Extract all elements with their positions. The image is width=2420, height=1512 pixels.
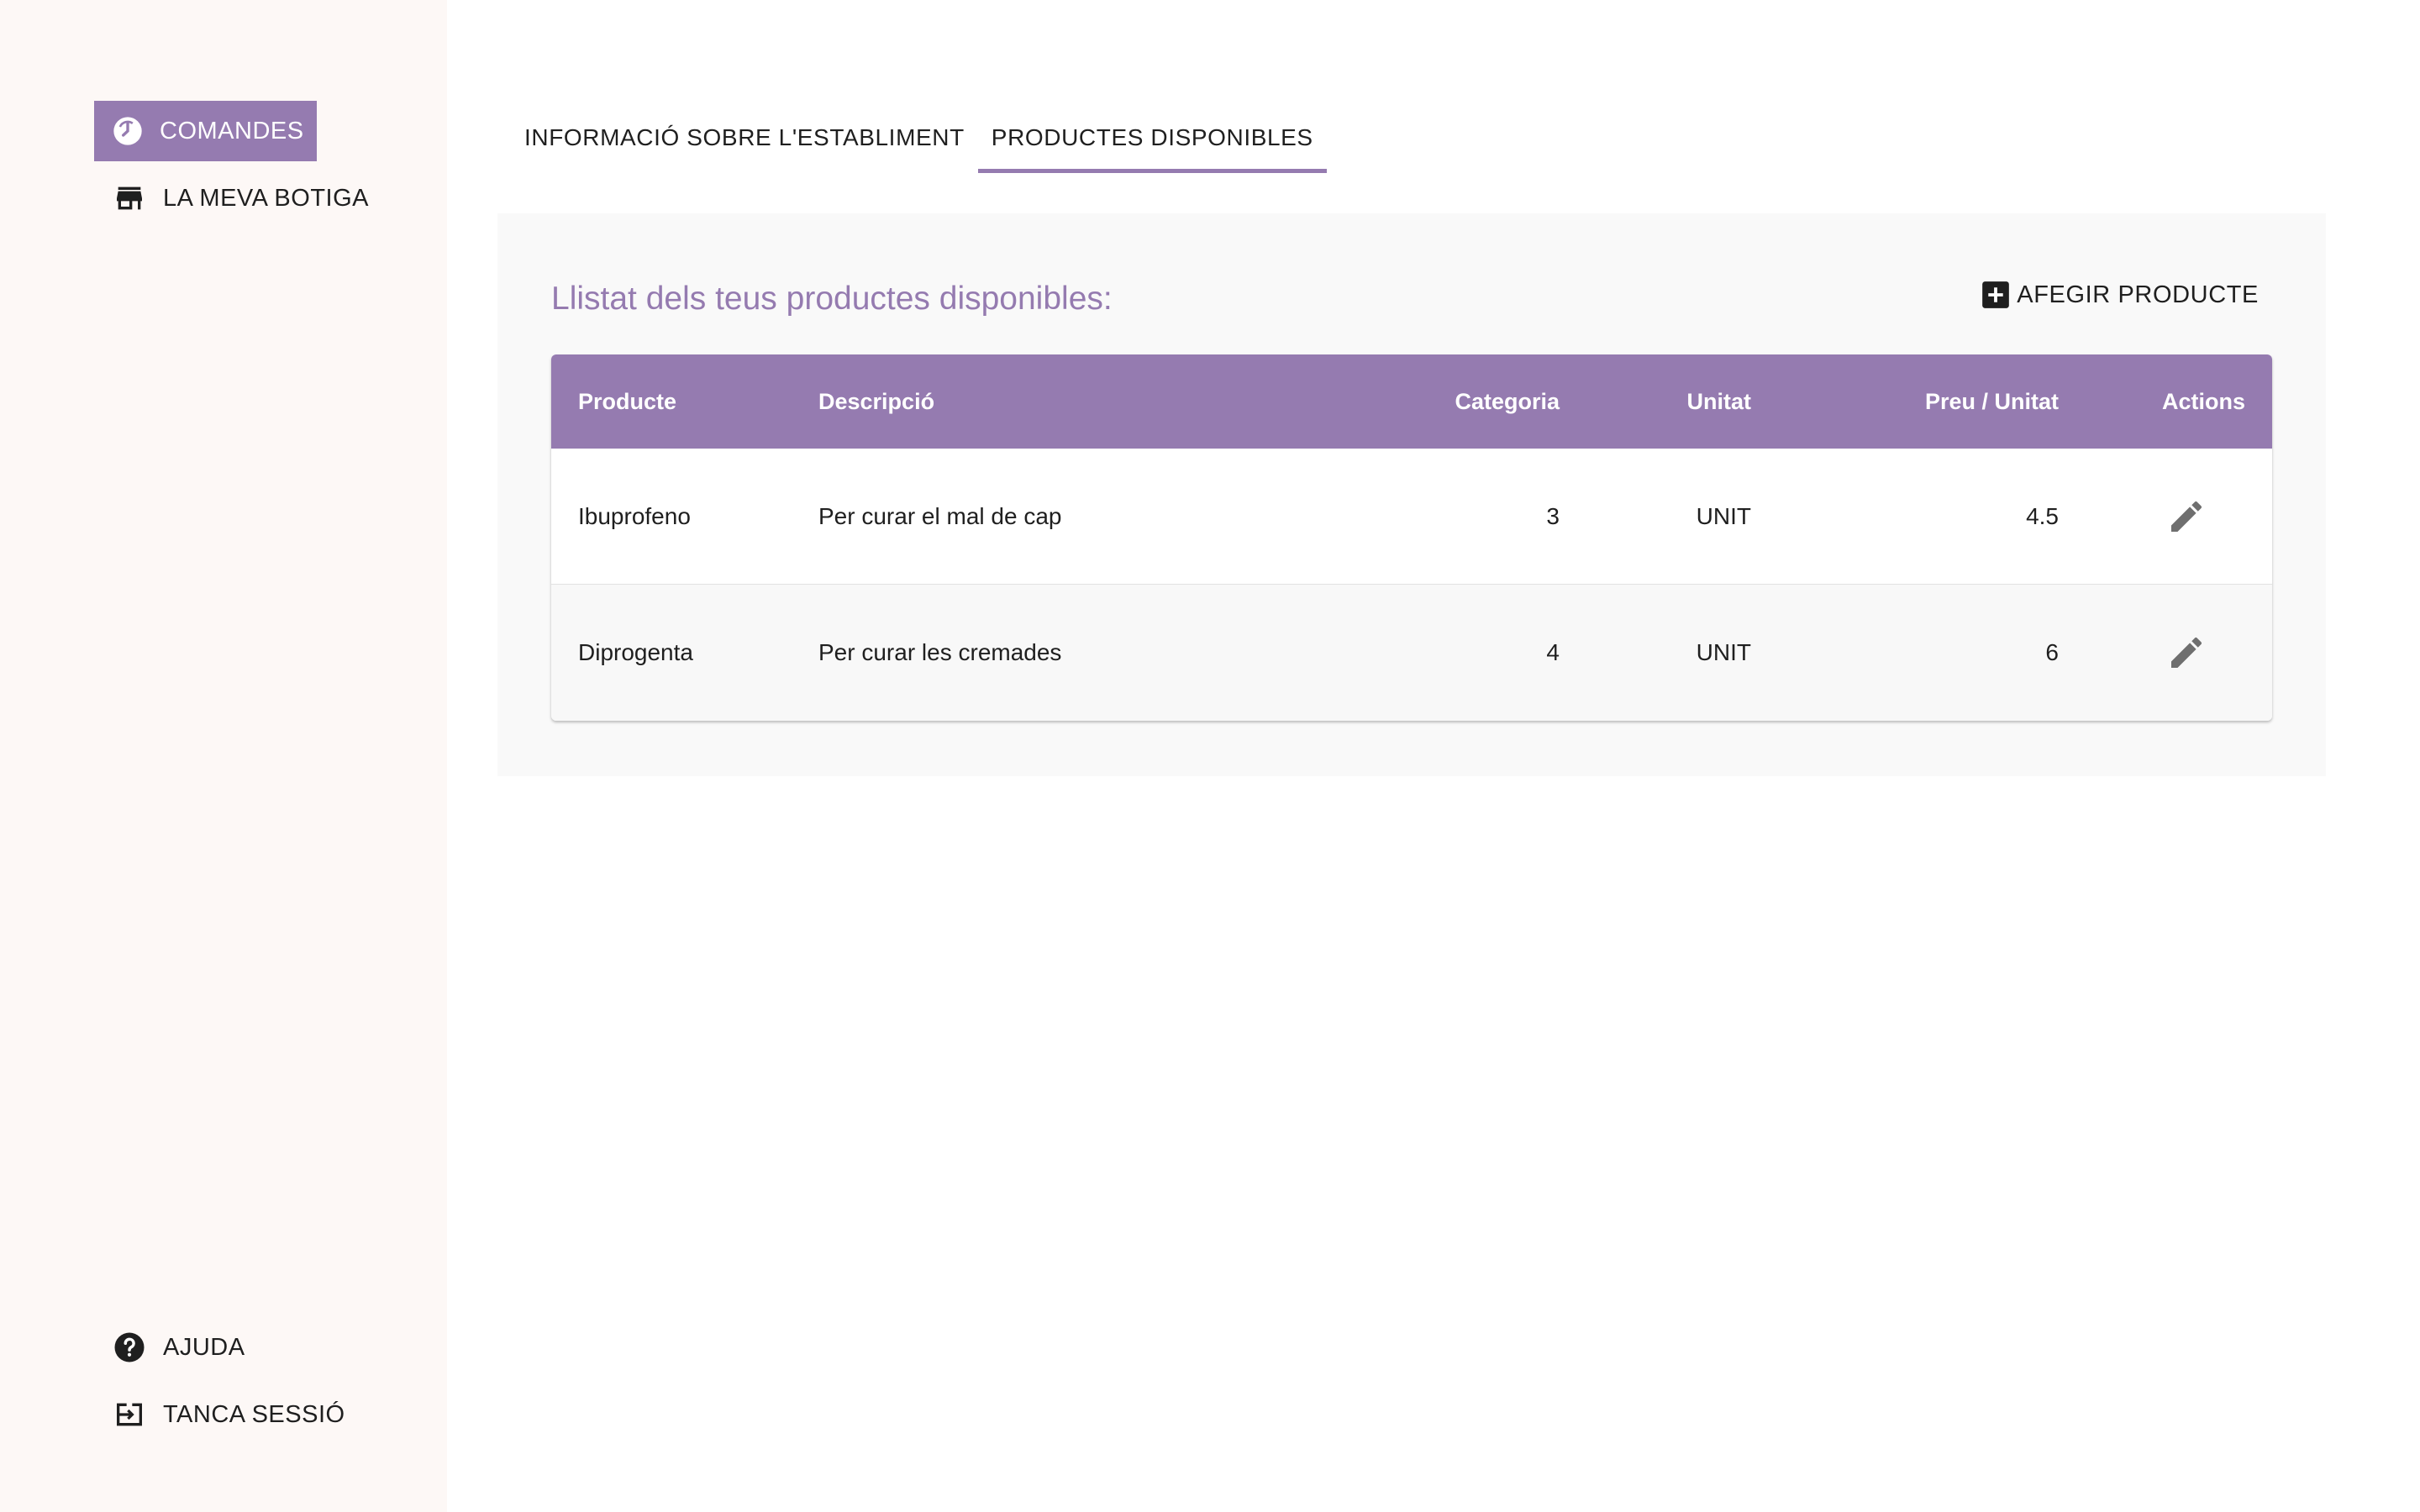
products-panel: Llistat dels teus productes disponibles:… xyxy=(497,213,2326,776)
add-product-label: AFEGIR PRODUCTE xyxy=(2017,281,2259,308)
sidebar-item-label: LA MEVA BOTIGA xyxy=(163,184,369,212)
add-box-icon xyxy=(1980,279,2012,311)
cell-unitat: UNIT xyxy=(1696,639,1751,665)
column-header-unitat[interactable]: Unitat xyxy=(1560,389,1752,415)
sidebar-item-la-meva-botiga[interactable]: LA MEVA BOTIGA xyxy=(94,168,386,228)
sidebar-item-label: TANCA SESSIÓ xyxy=(163,1400,345,1428)
cell-actions xyxy=(2059,496,2272,537)
table-header: Producte Descripció Categoria Unitat Pre… xyxy=(551,354,2272,449)
cell-descripcio: Per curar les cremades xyxy=(818,639,1062,665)
store-icon xyxy=(111,180,148,217)
column-header-producte[interactable]: Producte xyxy=(551,389,818,415)
column-header-descripcio[interactable]: Descripció xyxy=(818,389,1289,415)
column-header-actions: Actions xyxy=(2161,388,2245,414)
cell-producte: Ibuprofeno xyxy=(578,502,691,529)
cell-preu-unitat: 6 xyxy=(2045,639,2059,665)
sidebar-item-label: COMANDES xyxy=(160,117,304,144)
sidebar: COMANDES LA MEVA BOTIGA AJUDA TANCA SESS… xyxy=(0,0,447,1512)
cell-producte: Diprogenta xyxy=(578,639,693,665)
cell-categoria: 4 xyxy=(1546,639,1560,665)
cell-actions xyxy=(2059,633,2272,673)
add-product-button[interactable]: AFEGIR PRODUCTE xyxy=(1980,279,2259,311)
sidebar-item-comandes[interactable]: COMANDES xyxy=(94,101,317,161)
cell-categoria: 3 xyxy=(1546,502,1560,529)
sidebar-item-ajuda[interactable]: AJUDA xyxy=(94,1317,262,1378)
edit-icon[interactable] xyxy=(2166,633,2207,673)
help-icon xyxy=(111,1329,148,1366)
cell-unitat: UNIT xyxy=(1696,502,1751,529)
table-row: Ibuprofeno Per curar el mal de cap 3 UNI… xyxy=(551,449,2272,585)
column-header-categoria[interactable]: Categoria xyxy=(1289,389,1560,415)
sidebar-item-tanca-sessio[interactable]: TANCA SESSIÓ xyxy=(94,1384,362,1445)
logout-icon xyxy=(111,1396,148,1433)
cell-descripcio: Per curar el mal de cap xyxy=(818,502,1062,529)
tab-productes-disponibles[interactable]: PRODUCTES DISPONIBLES xyxy=(977,109,1327,173)
products-table: Producte Descripció Categoria Unitat Pre… xyxy=(551,354,2272,721)
sidebar-item-label: AJUDA xyxy=(163,1333,245,1361)
tab-informacio-establiment[interactable]: INFORMACIÓ SOBRE L'ESTABLIMENT xyxy=(511,109,978,173)
edit-icon[interactable] xyxy=(2166,496,2207,537)
column-header-preu-unitat[interactable]: Preu / Unitat xyxy=(1751,389,2059,415)
table-row: Diprogenta Per curar les cremades 4 UNIT… xyxy=(551,585,2272,721)
cell-preu-unitat: 4.5 xyxy=(2026,502,2059,529)
orders-clock-icon xyxy=(111,113,145,150)
page-title: Llistat dels teus productes disponibles: xyxy=(551,281,1113,317)
tab-bar: INFORMACIÓ SOBRE L'ESTABLIMENT PRODUCTES… xyxy=(511,109,1327,173)
